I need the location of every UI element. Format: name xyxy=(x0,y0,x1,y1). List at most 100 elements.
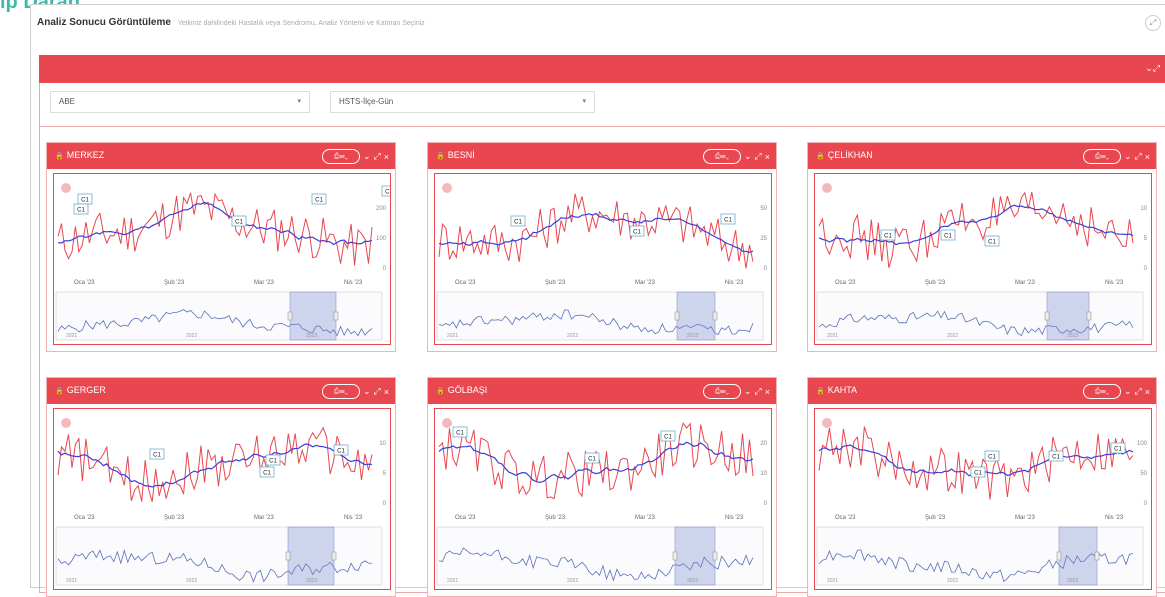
print-menu-button[interactable]: ⎙☰⌄ xyxy=(702,384,741,399)
alarm-flag-label: C1 xyxy=(456,431,464,437)
print-menu-button[interactable]: ⎙☰⌄ xyxy=(321,149,360,164)
navigator-year-label: 2022 xyxy=(186,333,197,339)
expand-icon[interactable]: ⤢ xyxy=(755,151,762,162)
x-tick-label: Mar '23 xyxy=(635,515,655,521)
navigator-handle-left[interactable] xyxy=(1044,311,1050,321)
close-icon[interactable]: × xyxy=(1145,387,1150,397)
expand-icon[interactable]: ⤢ xyxy=(755,386,762,397)
navigator-handle-right[interactable] xyxy=(331,551,337,561)
panel-header: 🔒 MERKEZ ⎙☰⌄ ⌄ ⤢ × xyxy=(47,143,395,169)
close-icon[interactable]: × xyxy=(765,387,770,397)
district-name: GERGER xyxy=(66,385,106,395)
district-name: BESNİ xyxy=(447,150,475,160)
x-tick-label: Mar '23 xyxy=(635,280,655,286)
layer-select[interactable]: HSTS-İlçe-Gün ▾ xyxy=(330,91,595,113)
navigator-handle-right[interactable] xyxy=(1086,311,1092,321)
navigator-handle-left[interactable] xyxy=(1056,551,1062,561)
chart-collapse-icon[interactable] xyxy=(822,183,832,193)
print-menu-button[interactable]: ⎙☰⌄ xyxy=(702,149,741,164)
y-tick-label: 200 xyxy=(376,206,387,212)
chart-collapse-icon[interactable] xyxy=(442,183,452,193)
expand-icon[interactable]: ⤢ xyxy=(1135,386,1142,397)
alarm-flag-label: C1 xyxy=(337,449,345,455)
expand-icon[interactable]: ⤢ xyxy=(1135,151,1142,162)
navigator-handle-left[interactable] xyxy=(672,551,678,561)
print-menu-button[interactable]: ⎙☰⌄ xyxy=(1082,149,1121,164)
y-tick-label: 0 xyxy=(383,266,387,272)
fullscreen-icon[interactable]: ⤢ xyxy=(1145,15,1161,31)
navigator-handle-right[interactable] xyxy=(333,311,339,321)
collapse-icon[interactable]: ⌄ xyxy=(744,151,752,162)
collapse-icon[interactable]: ⌄ xyxy=(363,151,371,162)
panel-header: 🔒 KAHTA ⎙☰⌄ ⌄ ⤢ × xyxy=(808,378,1156,404)
panel-toolbar: ⎙☰⌄ ⌄ ⤢ × xyxy=(1082,384,1150,399)
navigator-handle-right[interactable] xyxy=(712,551,718,561)
close-icon[interactable]: × xyxy=(1145,152,1150,162)
panel-toolbar: ⎙☰⌄ ⌄ ⤢ × xyxy=(1082,149,1150,164)
panel-toolbar: ⎙☰⌄ ⌄ ⤢ × xyxy=(702,149,770,164)
panel-title: 🔒 MERKEZ xyxy=(55,150,104,160)
navigator-handle-left[interactable] xyxy=(287,311,293,321)
collapse-icon[interactable]: ⌄ xyxy=(363,386,371,397)
chart-collapse-icon[interactable] xyxy=(61,418,71,428)
navigator-year-label: 2022 xyxy=(567,578,578,584)
x-tick-label: Şub '23 xyxy=(925,515,946,521)
alarm-flag-label: C1 xyxy=(263,471,271,477)
observed-series-line xyxy=(438,193,754,269)
chart-collapse-icon[interactable] xyxy=(61,183,71,193)
navigator-year-label: 2023 xyxy=(1067,333,1078,339)
layer-select-value: HSTS-İlçe-Gün xyxy=(339,97,394,106)
navigator-handle-left[interactable] xyxy=(674,311,680,321)
x-tick-label: Nis '23 xyxy=(344,280,363,286)
navigator-range-selector[interactable] xyxy=(674,526,716,586)
filter-panel-header: ⌄⤢ xyxy=(39,55,1165,83)
region-select[interactable]: ABE ▾ xyxy=(50,91,310,113)
panel-title: 🔒 GÖLBAŞI xyxy=(436,385,487,395)
print-menu-button[interactable]: ⎙☰⌄ xyxy=(321,384,360,399)
district-panel: 🔒 ÇELİKHAN ⎙☰⌄ ⌄ ⤢ × 10 5 0 Oca '23 Şub '23 Mar '23… xyxy=(807,142,1157,352)
collapse-expand-icon[interactable]: ⌄⤢ xyxy=(1145,63,1160,74)
alarm-flag-label: C1 xyxy=(664,435,672,441)
y-tick-label: 5 xyxy=(383,471,387,477)
navigator-range-selector[interactable] xyxy=(1058,526,1098,586)
district-panel: 🔒 MERKEZ ⎙☰⌄ ⌄ ⤢ × 200 100 0 Oca '23 Şub '23 Mar '2… xyxy=(46,142,397,352)
y-tick-label: 10 xyxy=(379,441,386,447)
time-series-chart: 100 50 0 Oca '23 Şub '23 Mar '23 Nis '23 C1 C1 C1… xyxy=(816,418,1148,586)
x-tick-label: Şub '23 xyxy=(164,280,185,286)
y-tick-label: 20 xyxy=(760,441,767,447)
navigator-handle-right[interactable] xyxy=(1094,551,1100,561)
y-tick-label: 100 xyxy=(376,236,387,242)
chart-collapse-icon[interactable] xyxy=(822,418,832,428)
navigator-handle-left[interactable] xyxy=(285,551,291,561)
collapse-icon[interactable]: ⌄ xyxy=(1124,386,1132,397)
print-menu-button[interactable]: ⎙☰⌄ xyxy=(1082,384,1121,399)
chart-container: 200 100 0 Oca '23 Şub '23 Mar '23 Nis '23 C1 C1 C… xyxy=(53,173,397,345)
alarm-flag-label: C1 xyxy=(315,198,323,204)
alarm-flag-label: C1 xyxy=(633,230,641,236)
y-tick-label: 10 xyxy=(760,471,767,477)
panel-toolbar: ⎙☰⌄ ⌄ ⤢ × xyxy=(321,384,389,399)
close-icon[interactable]: × xyxy=(765,152,770,162)
expand-icon[interactable]: ⤢ xyxy=(374,386,381,397)
x-tick-label: Mar '23 xyxy=(1015,515,1035,521)
navigator-year-label: 2022 xyxy=(947,578,958,584)
navigator-range-selector[interactable] xyxy=(287,526,335,586)
navigator-handle-right[interactable] xyxy=(712,311,718,321)
navigator-year-label: 2023 xyxy=(687,578,698,584)
observed-series-line xyxy=(818,426,1134,500)
expand-icon[interactable]: ⤢ xyxy=(374,151,381,162)
alarm-flag-label: C1 xyxy=(1114,447,1122,453)
observed-series-line xyxy=(818,191,1134,268)
close-icon[interactable]: × xyxy=(384,152,389,162)
alarm-flag-label: C1 xyxy=(974,471,982,477)
alarm-flag-label: C1 xyxy=(385,190,390,196)
chart-collapse-icon[interactable] xyxy=(442,418,452,428)
panel-title: 🔒 BESNİ xyxy=(436,150,475,160)
panel-toolbar: ⎙☰⌄ ⌄ ⤢ × xyxy=(702,384,770,399)
alarm-flag-label: C1 xyxy=(944,234,952,240)
panel-header: 🔒 GÖLBAŞI ⎙☰⌄ ⌄ ⤢ × xyxy=(428,378,776,404)
collapse-icon[interactable]: ⌄ xyxy=(1124,151,1132,162)
navigator-year-label: 2021 xyxy=(447,333,458,339)
collapse-icon[interactable]: ⌄ xyxy=(744,386,752,397)
close-icon[interactable]: × xyxy=(384,387,389,397)
